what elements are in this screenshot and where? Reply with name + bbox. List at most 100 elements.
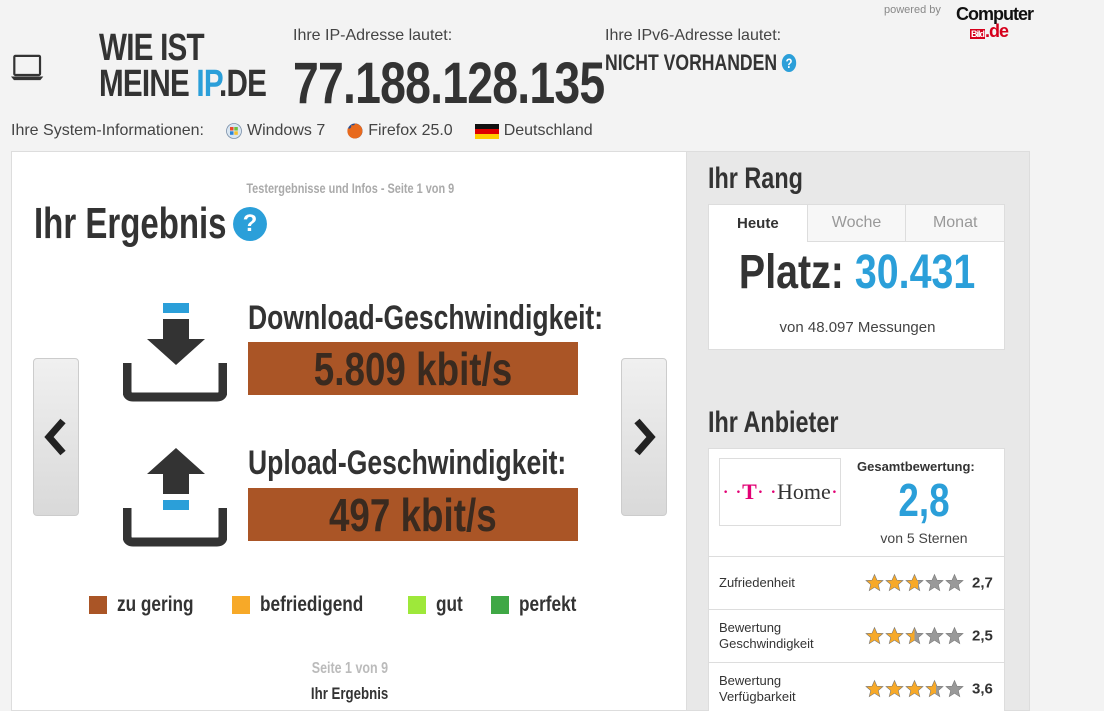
star-rating: [865, 626, 965, 646]
rating-row: Bewertung Verfügbarkeit 3,6: [709, 663, 1004, 711]
footer-title-text: Ihr Ergebnis: [311, 684, 389, 703]
system-info: Ihre System-Informationen: Windows 7 Fir…: [11, 122, 593, 140]
provider-title: Ihr Anbieter: [708, 406, 839, 439]
download-icon: [123, 303, 227, 402]
chevron-left-icon: [44, 418, 66, 456]
tab-heute[interactable]: Heute: [709, 205, 807, 242]
download-speed-value: 5.809 kbit/s: [313, 342, 513, 395]
overall-value: 2,8: [857, 473, 991, 527]
provider-logo-dots-mid: · ·: [756, 479, 777, 504]
star-icon: [945, 679, 964, 698]
star-rating: [865, 679, 965, 699]
star-icon: [885, 573, 904, 592]
chevron-right-icon: [634, 418, 656, 456]
prev-page-button[interactable]: [33, 358, 79, 516]
star-icon: [925, 626, 944, 645]
rank-number: 30.431: [855, 246, 976, 299]
star-icon: [885, 679, 904, 698]
result-help-icon[interactable]: ?: [232, 207, 267, 241]
legend-swatch: [89, 596, 107, 614]
footer-page-title[interactable]: Ihr Ergebnis: [12, 684, 688, 704]
windows-icon: [226, 123, 242, 139]
ipv6-label: Ihre IPv6-Adresse lautet:: [605, 27, 782, 44]
upload-label: Upload-Geschwindigkeit:: [248, 444, 567, 482]
provider-box: · · T · · Home · Gesamtbewertung: 2,8 von …: [708, 448, 1005, 711]
star-icon: [945, 626, 964, 645]
download-speed-bar: 5.809 kbit/s: [248, 342, 578, 395]
star-icon: [925, 679, 944, 698]
ipv6-help-icon[interactable]: ?: [781, 54, 797, 72]
provider-summary: · · T · · Home · Gesamtbewertung: 2,8 von …: [709, 449, 1004, 557]
star-icon: [905, 626, 924, 645]
star-rating: [865, 573, 965, 593]
os-text: Windows 7: [246, 122, 326, 139]
side-panel: Ihr Rang Heute Woche Monat Platz: 30.431…: [687, 151, 1030, 711]
os-info: Windows 7: [226, 122, 325, 140]
next-page-button[interactable]: [621, 358, 667, 516]
page-info: Testergebnisse und Infos - Seite 1 von 9: [12, 180, 688, 196]
tab-woche[interactable]: Woche: [806, 205, 906, 242]
legend-item: zu gering: [89, 593, 210, 617]
provider-logo-dot-right: ·: [830, 479, 839, 504]
browser-info: Firefox 25.0: [347, 122, 453, 140]
result-panel: Testergebnisse und Infos - Seite 1 von 9…: [11, 151, 687, 711]
provider-logo-dots-left: · ·: [721, 479, 743, 504]
logo-line2b: IP: [196, 63, 220, 105]
ip-value: 77.188.128.135: [293, 51, 605, 116]
footer-page-info: Seite 1 von 9: [12, 660, 688, 678]
star-icon: [885, 626, 904, 645]
overall-value-text: 2,8: [898, 474, 950, 526]
legend-label: zu gering: [117, 593, 194, 616]
logo-line2a: MEINE: [99, 63, 197, 105]
logo-text: WIE IST MEINE IP.DE: [99, 27, 267, 105]
rating-row: Bewertung Geschwindigkeit 2,5: [709, 610, 1004, 663]
powered-by: powered by: [884, 4, 941, 16]
ipv6-value-text: NICHT VORHANDEN: [605, 50, 778, 75]
country-info: Deutschland: [474, 122, 593, 140]
country-text: Deutschland: [503, 122, 593, 139]
provider-logo-t: T: [742, 479, 757, 504]
legend-label: gut: [436, 593, 464, 616]
ipv6-value: NICHT VORHANDEN ?: [605, 50, 797, 76]
star-icon: [945, 573, 964, 592]
rating-value: 2,7: [972, 574, 993, 592]
tab-monat[interactable]: Monat: [905, 205, 1005, 242]
legend-label: perfekt: [519, 593, 577, 616]
footer-page-text: Seite 1 von 9: [311, 660, 389, 677]
rating-label: Bewertung Geschwindigkeit: [719, 620, 814, 651]
rating-label: Zufriedenheit: [719, 575, 795, 590]
legend-swatch: [408, 596, 427, 614]
system-info-label: Ihre System-Informationen:: [11, 122, 204, 139]
result-title: Ihr Ergebnis ?: [34, 199, 267, 249]
star-icon: [905, 573, 924, 592]
partner-logo-de: .de: [985, 21, 1009, 41]
legend-label: befriedigend: [260, 593, 364, 616]
star-icon: [925, 573, 944, 592]
download-label: Download-Geschwindigkeit:: [248, 299, 604, 337]
rank-sub: von 48.097 Messungen: [779, 319, 936, 336]
upload-speed-value: 497 kbit/s: [329, 488, 497, 541]
laptop-icon: [11, 54, 44, 81]
rank-value: Platz: 30.431: [709, 245, 1006, 300]
star-icon: [865, 679, 884, 698]
speed-legend: zu gering befriedigend gut perfekt: [89, 593, 611, 617]
logo-line1: WIE IST: [99, 27, 205, 69]
legend-swatch: [232, 596, 251, 614]
legend-item: befriedigend: [232, 593, 386, 617]
upload-speed-bar: 497 kbit/s: [248, 488, 578, 541]
rank-box: Heute Woche Monat Platz: 30.431 von 48.0…: [708, 204, 1005, 350]
provider-logo[interactable]: · · T · · Home ·: [719, 458, 841, 526]
star-icon: [865, 573, 884, 592]
page-info-text: Testergebnisse und Infos - Seite 1 von 9: [246, 180, 454, 196]
overall-label: Gesamtbewertung:: [857, 459, 975, 474]
rating-value: 3,6: [972, 680, 993, 698]
partner-logo[interactable]: Computer Bild.de: [956, 5, 1034, 43]
rating-row: Zufriedenheit 2,7: [709, 557, 1004, 610]
rank-label: Platz:: [739, 246, 856, 299]
rank-tabs: Heute Woche Monat: [709, 205, 1005, 242]
partner-logo-bild: Bild: [970, 29, 985, 39]
star-icon: [905, 679, 924, 698]
rank-title: Ihr Rang: [708, 162, 803, 195]
result-title-text: Ihr Ergebnis: [34, 199, 227, 248]
legend-swatch: [491, 596, 510, 614]
